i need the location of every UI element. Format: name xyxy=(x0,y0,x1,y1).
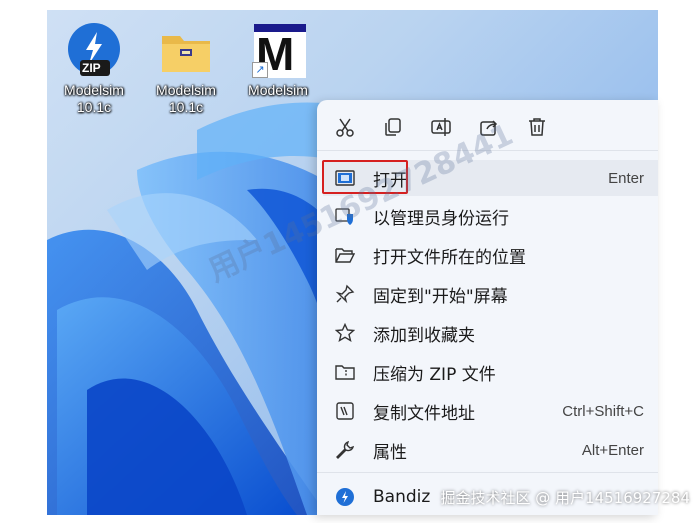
menu-item-shortcut: Alt+Enter xyxy=(581,441,644,459)
menu-item-open-file-location[interactable]: 打开文件所在的位置 xyxy=(323,237,658,273)
delete-icon xyxy=(529,118,545,136)
desktop-icon-label: Modelsim 10.1c xyxy=(64,82,124,115)
menu-item-add-to-favorites[interactable]: 添加到收藏夹 xyxy=(323,315,658,351)
bandizip-icon xyxy=(333,485,357,509)
menu-item-label: Bandiz xyxy=(373,487,431,507)
menu-item-shortcut: Enter xyxy=(608,169,644,187)
desktop-icon-modelsim-shortcut[interactable]: M ↗ Modelsim xyxy=(242,22,314,99)
folder-icon xyxy=(156,22,216,82)
menu-item-copy-path[interactable]: 复制文件地址 Ctrl+Shift+C xyxy=(323,393,658,429)
menu-item-properties[interactable]: 属性 Alt+Enter xyxy=(323,432,658,468)
zip-folder-icon xyxy=(333,360,357,384)
copy-path-icon xyxy=(333,399,357,423)
folder-open-icon xyxy=(333,243,357,267)
footer-watermark: 掘金技术社区 @ 用户14516927284 xyxy=(440,489,690,507)
menu-item-shortcut: Ctrl+Shift+C xyxy=(562,402,644,420)
zip-badge-text: ZIP xyxy=(82,61,101,75)
menu-item-label: 打开文件所在的位置 xyxy=(373,247,526,268)
cut-button[interactable] xyxy=(331,113,359,141)
desktop-icon-label: Modelsim 10.1c xyxy=(156,82,216,115)
desktop-icon-modelsim-folder[interactable]: Modelsim 10.1c xyxy=(150,22,222,116)
menu-item-label: 压缩为 ZIP 文件 xyxy=(373,364,496,385)
menu-item-compress-zip[interactable]: 压缩为 ZIP 文件 xyxy=(323,354,658,390)
copy-icon xyxy=(385,118,401,136)
desktop-icon-modelsim-zip[interactable]: ZIP Modelsim 10.1c xyxy=(58,22,130,116)
delete-button[interactable] xyxy=(523,113,551,141)
star-icon xyxy=(333,321,357,345)
menu-separator xyxy=(317,472,658,473)
cut-icon xyxy=(336,118,354,137)
menu-item-label: 固定到"开始"屏幕 xyxy=(373,286,508,307)
menu-item-label: 属性 xyxy=(373,442,407,463)
copy-button[interactable] xyxy=(379,113,407,141)
menu-item-label: 复制文件地址 xyxy=(373,403,475,424)
desktop-icon-label: Modelsim xyxy=(248,82,308,98)
pin-icon xyxy=(333,282,357,306)
menu-item-pin-to-start[interactable]: 固定到"开始"屏幕 xyxy=(323,276,658,312)
modelsim-shortcut-icon: M ↗ xyxy=(248,22,308,82)
menu-item-label: 添加到收藏夹 xyxy=(373,325,475,346)
shortcut-arrow-icon: ↗ xyxy=(252,62,268,78)
wrench-icon xyxy=(333,438,357,462)
zip-archive-icon: ZIP xyxy=(64,22,124,82)
